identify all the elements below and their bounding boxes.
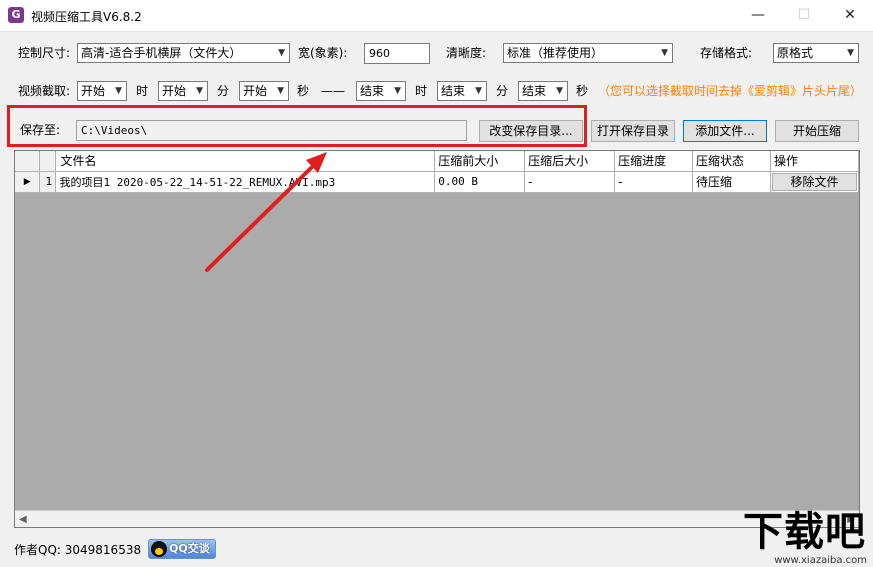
qq-chat-button[interactable]: QQ交谈 <box>148 539 216 559</box>
watermark-logo-text: 下载吧 <box>743 509 866 555</box>
author-qq-label: 作者QQ: 3049816538 <box>14 543 142 557</box>
qq-chat-label: QQ交谈 <box>169 542 210 555</box>
annotation-arrow-icon <box>205 152 327 272</box>
qq-penguin-icon <box>151 541 167 557</box>
watermark-url: www.xiazaiba.com <box>774 555 867 566</box>
site-watermark: 下载吧 www.xiazaiba.com <box>736 508 873 567</box>
